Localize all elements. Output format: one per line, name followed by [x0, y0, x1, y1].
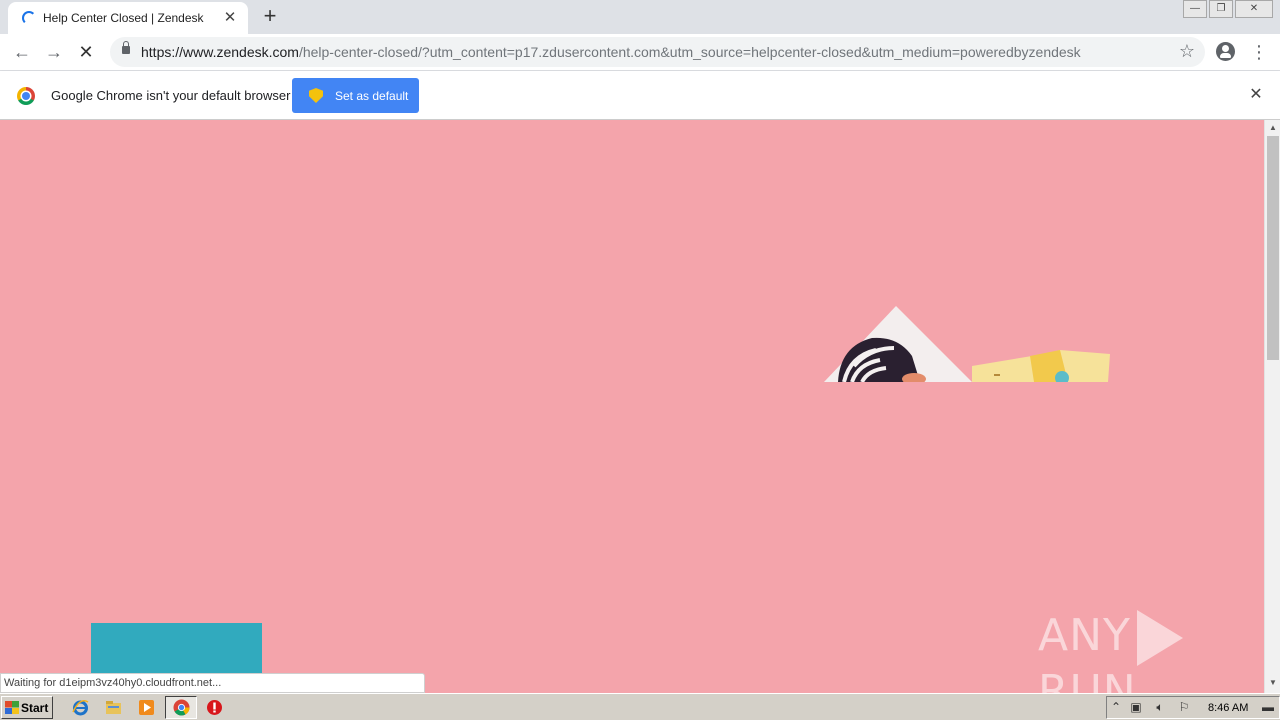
watermark-right: RUN — [1038, 666, 1137, 693]
forward-button[interactable]: → — [41, 39, 67, 65]
status-bubble: Waiting for d1eipm3vz40hy0.cloudfront.ne… — [0, 673, 425, 693]
system-tray: ⌃ ▣ 🔈︎ ⚐ 8:46 AM ▬ — [1106, 696, 1280, 719]
uac-shield-icon — [309, 88, 323, 103]
partial-illustration — [824, 306, 1110, 382]
network-icon[interactable]: ▣ — [1129, 700, 1143, 714]
ie-icon[interactable] — [72, 699, 89, 716]
scroll-down-icon[interactable]: ▼ — [1268, 678, 1278, 688]
stop-loading-button[interactable]: ✕ — [73, 39, 99, 65]
stop-icon[interactable] — [206, 699, 223, 716]
windows-taskbar: Start ⌃ ▣ 🔈︎ ⚐ 8:46 AM ▬ — [0, 693, 1280, 720]
profile-avatar-icon[interactable] — [1216, 42, 1235, 61]
start-button[interactable]: Start — [1, 696, 53, 719]
media-player-icon[interactable] — [138, 699, 155, 716]
set-as-default-label: Set as default — [335, 89, 409, 103]
set-as-default-button[interactable]: Set as default — [292, 78, 419, 113]
taskbar-clock[interactable]: 8:46 AM — [1208, 702, 1248, 714]
infobar-close-icon[interactable]: ✕ — [1246, 85, 1266, 105]
volume-icon[interactable]: 🔈︎ — [1153, 700, 1167, 714]
yellow-box-shape — [972, 350, 1110, 382]
tab-close-icon[interactable]: ✕ — [220, 8, 240, 28]
taskbar-chrome-button[interactable] — [165, 696, 197, 719]
tab-strip: Help Center Closed | Zendesk ✕ + — ❐ ✕ — [0, 0, 1280, 34]
scroll-up-icon[interactable]: ▲ — [1268, 123, 1278, 133]
minimize-button[interactable]: — — [1183, 0, 1207, 18]
infobar-message: Google Chrome isn't your default browser — [51, 88, 291, 103]
new-tab-button[interactable]: + — [258, 5, 282, 29]
explorer-icon[interactable] — [105, 699, 122, 716]
bookmark-star-icon[interactable]: ☆ — [1179, 41, 1195, 62]
vertical-scrollbar[interactable]: ▲ ▼ — [1264, 120, 1280, 693]
start-label: Start — [21, 701, 49, 715]
browser-toolbar: ← → ✕ https://www.zendesk.com/help-cente… — [0, 34, 1280, 71]
restore-button[interactable]: ❐ — [1209, 0, 1233, 18]
lock-icon — [122, 41, 130, 54]
show-desktop-icon[interactable]: ▬ — [1260, 700, 1276, 714]
page-content: ANY RUN — [0, 120, 1264, 693]
url-path: /help-center-closed/?utm_content=p17.zdu… — [298, 44, 1081, 60]
play-icon — [1136, 610, 1183, 666]
window-close-button[interactable]: ✕ — [1235, 0, 1273, 18]
tray-expand-icon[interactable]: ⌃ — [1109, 700, 1123, 714]
chrome-menu-button[interactable]: ⋮ — [1250, 40, 1268, 64]
tab-title: Help Center Closed | Zendesk — [43, 11, 204, 25]
url-host: https://www.zendesk.com — [141, 44, 299, 60]
action-center-flag-icon[interactable]: ⚐ — [1177, 700, 1191, 714]
default-browser-infobar: Google Chrome isn't your default browser… — [0, 71, 1280, 120]
url-text[interactable]: https://www.zendesk.com/help-center-clos… — [141, 44, 1081, 60]
anyrun-watermark: ANY RUN — [1038, 610, 1264, 693]
watermark-left: ANY — [1038, 610, 1131, 661]
chrome-logo-icon — [17, 87, 35, 105]
address-bar[interactable]: https://www.zendesk.com/help-center-clos… — [110, 37, 1205, 67]
windows-logo-icon — [5, 701, 19, 714]
loading-spinner-icon — [22, 11, 36, 25]
chrome-icon — [173, 699, 190, 716]
tab-help-center-closed[interactable]: Help Center Closed | Zendesk ✕ — [8, 2, 248, 34]
back-button[interactable]: ← — [9, 39, 35, 65]
scroll-thumb[interactable] — [1267, 136, 1279, 360]
